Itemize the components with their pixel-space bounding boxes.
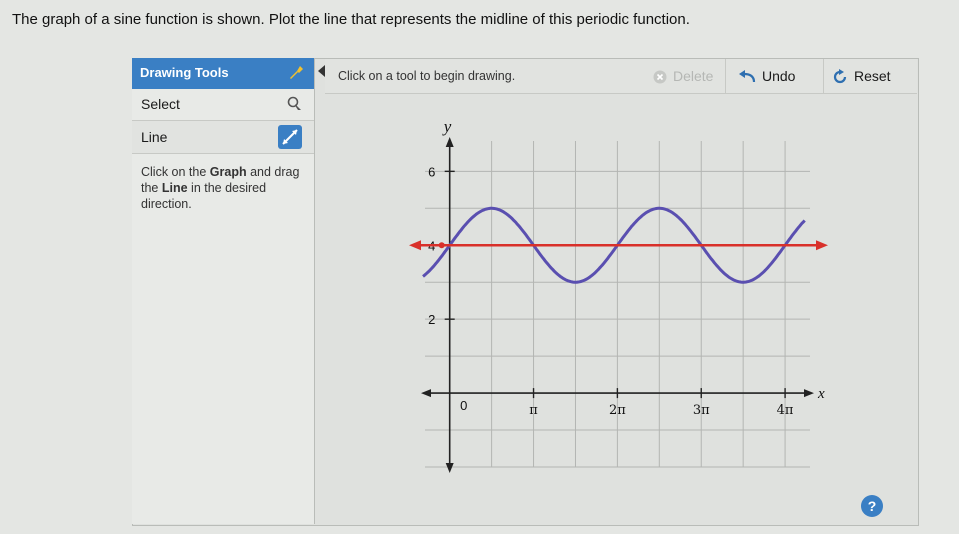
origin-label: 0 (460, 398, 467, 413)
x-axis-arrow-left (421, 389, 431, 398)
midline-arrow-left (409, 240, 421, 251)
x-axis-arrow-right (804, 389, 814, 398)
hint-bold-line: Line (161, 181, 188, 195)
toolbar-divider (823, 59, 824, 93)
drawing-tools-panel: Drawing Tools Select Line Click on the G… (132, 58, 315, 524)
wrench-icon (290, 66, 303, 79)
tool-line[interactable]: Line (132, 121, 314, 154)
select-cursor-icon (287, 96, 301, 110)
reset-button[interactable]: Reset (832, 68, 891, 85)
undo-arrow-icon (739, 70, 756, 83)
y-axis-arrow-down (445, 463, 454, 473)
midline-arrow-right (816, 240, 828, 251)
drawing-tools-header: Drawing Tools (132, 58, 314, 89)
toolbar-divider (725, 59, 726, 93)
line-tool-icon (278, 125, 302, 149)
y-axis-label: y (442, 117, 452, 136)
y-tick-label: 2 (428, 312, 435, 327)
reset-label: Reset (854, 68, 891, 84)
hint-text-1: Click on the (141, 165, 210, 179)
reset-circular-arrow-icon (833, 69, 847, 84)
x-tick-label: π (529, 403, 538, 418)
tool-select-label: Select (141, 96, 180, 112)
x-tick-label: 3π (693, 403, 710, 418)
tool-line-label: Line (141, 129, 168, 145)
delete-x-icon (653, 70, 667, 84)
x-tick-label: 2π (609, 403, 626, 418)
delete-button[interactable]: Delete (653, 68, 713, 84)
undo-label: Undo (762, 68, 796, 84)
x-axis-label: x (817, 386, 825, 402)
help-icon[interactable]: ? (861, 495, 883, 517)
undo-button[interactable]: Undo (738, 68, 795, 84)
y-tick-label: 6 (428, 164, 435, 179)
y-axis-arrow-up (445, 137, 454, 147)
x-tick-label: 4π (777, 403, 794, 418)
delete-label: Delete (673, 68, 714, 84)
midline-point (438, 242, 445, 249)
coordinate-graph[interactable]: xy246π2π3π4π0 (385, 115, 845, 485)
question-text: The graph of a sine function is shown. P… (12, 11, 690, 28)
hint-bold-graph: Graph (209, 165, 247, 179)
graph-toolbar: Click on a tool to begin drawing. Delete… (325, 59, 917, 94)
toolbar-prompt: Click on a tool to begin drawing. (338, 69, 516, 83)
tool-select[interactable]: Select (132, 88, 314, 121)
line-tool-hint: Click on the Graph and drag the Line in … (141, 164, 309, 212)
drawing-tools-title: Drawing Tools (140, 65, 229, 80)
